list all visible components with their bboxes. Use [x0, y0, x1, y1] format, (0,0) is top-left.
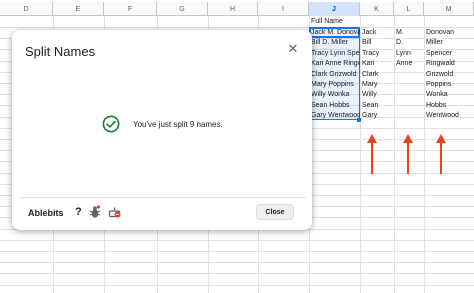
cell-j1[interactable]: Full Name: [309, 16, 360, 27]
cake-icon[interactable]: [108, 205, 121, 218]
dialog-title: Split Names: [25, 44, 96, 59]
dialog-footer: Ablebits ? Close: [12, 197, 312, 230]
column-header-k[interactable]: K: [360, 2, 394, 16]
column-header-e[interactable]: E: [53, 2, 104, 16]
cell-middle-name[interactable]: [394, 89, 424, 100]
cell-first-name[interactable]: Willy: [360, 89, 394, 100]
column-header-g[interactable]: G: [157, 2, 208, 16]
split-names-dialog: Split Names ✕ You've just split 9 names.…: [12, 30, 312, 230]
close-icon[interactable]: ✕: [286, 42, 300, 56]
cell-middle-name[interactable]: D.: [394, 37, 424, 48]
footer-divider: [20, 197, 306, 198]
cell-last-name[interactable]: Wonka: [424, 89, 474, 100]
success-message: You've just split 9 names.: [133, 119, 223, 129]
row-gridline: [0, 285, 474, 286]
cell-full-name[interactable]: Willy Wonka: [309, 89, 360, 100]
cell-last-name[interactable]: Miller: [424, 37, 474, 48]
arrow-up-icon: [367, 134, 377, 174]
column-header-h[interactable]: H: [208, 2, 258, 16]
arrow-up-icon: [403, 134, 413, 174]
cell-middle-name[interactable]: Anne: [394, 58, 424, 69]
row-gridline: [0, 273, 474, 274]
cell-full-name[interactable]: Bill D. Miller: [309, 37, 360, 48]
cell-last-name[interactable]: Ringwald: [424, 58, 474, 69]
column-header-d[interactable]: D: [0, 2, 53, 16]
cell-full-name[interactable]: Gary Wentwood: [309, 110, 360, 121]
help-icon[interactable]: ?: [75, 206, 82, 218]
row-gridline: [0, 262, 474, 263]
row-gridline: [0, 251, 474, 252]
success-message-row: You've just split 9 names.: [102, 114, 223, 134]
cell-full-name[interactable]: Kari Anne Ringwald: [309, 58, 360, 69]
brand-logo[interactable]: Ablebits: [28, 208, 64, 218]
column-header-l[interactable]: L: [394, 2, 424, 16]
arrow-up-icon: [436, 134, 446, 174]
close-button[interactable]: Close: [256, 204, 294, 220]
column-header-row: D E F G H I J K L M: [0, 2, 474, 16]
column-header-f[interactable]: F: [104, 2, 157, 16]
check-circle-icon: [102, 115, 120, 133]
column-header-j[interactable]: J: [309, 2, 360, 16]
cell-last-name[interactable]: Wentwood: [424, 110, 474, 121]
cell-middle-name[interactable]: [394, 110, 424, 121]
bug-icon[interactable]: [89, 205, 101, 219]
cell-first-name[interactable]: Kari: [360, 58, 394, 69]
cell-first-name[interactable]: Bill: [360, 37, 394, 48]
cell-first-name[interactable]: Gary: [360, 110, 394, 121]
column-header-i[interactable]: I: [258, 2, 309, 16]
column-header-m[interactable]: M: [424, 2, 474, 16]
row-gridline: [0, 240, 474, 241]
